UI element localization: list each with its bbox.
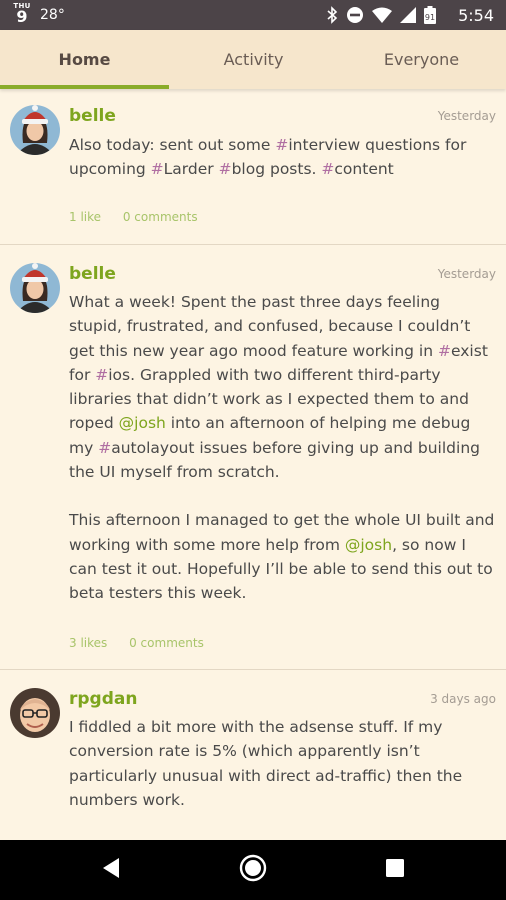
avatar[interactable] [10, 263, 60, 313]
system-nav-bar [0, 840, 506, 900]
timestamp: 3 days ago [430, 692, 496, 706]
back-icon [101, 857, 121, 883]
post-card[interactable]: rpgdan 3 days ago I fiddled a bit more w… [0, 670, 506, 840]
bluetooth-icon [326, 6, 338, 24]
post-paragraph: I fiddled a bit more with the adsense st… [69, 715, 497, 812]
post-meta: 1 like 0 comments [69, 210, 216, 224]
battery-icon: 91 [424, 6, 436, 24]
clock: 5:54 [458, 6, 494, 25]
hashtag-symbol[interactable]: # [275, 136, 288, 154]
timestamp: Yesterday [437, 267, 496, 281]
active-tab-indicator [0, 85, 169, 89]
battery-level: 91 [425, 13, 435, 22]
post-text: Larder [163, 160, 219, 179]
back-button[interactable] [96, 855, 126, 885]
username[interactable]: rpgdan [69, 689, 137, 709]
recents-button[interactable] [380, 855, 410, 885]
tab-bar: Home Activity Everyone [0, 30, 506, 89]
post-text: content [334, 160, 394, 179]
status-icons: 91 [326, 6, 436, 24]
feed[interactable]: belle Yesterday Also today: sent out som… [0, 89, 506, 840]
date-day: 9 [16, 7, 28, 26]
tab-activity[interactable]: Activity [169, 30, 338, 89]
avatar[interactable] [10, 688, 60, 738]
temperature: 28° [40, 7, 65, 23]
user-mention[interactable]: @josh [119, 414, 166, 432]
hashtag-symbol[interactable]: # [219, 160, 232, 178]
post-text: autolayout issues before giving up and b… [69, 438, 480, 482]
likes-count[interactable]: 3 likes [69, 636, 107, 650]
cell-signal-icon [400, 7, 416, 23]
post-paragraph: This afternoon I managed to get the whol… [69, 508, 497, 605]
date-widget: THU 9 [13, 3, 31, 25]
username[interactable]: belle [69, 264, 116, 284]
hashtag-symbol[interactable]: # [438, 342, 451, 360]
post-paragraph: What a week! Spent the past three days f… [69, 290, 497, 484]
home-icon [239, 854, 267, 886]
post-body: I fiddled a bit more with the adsense st… [69, 715, 497, 812]
hashtag-symbol[interactable]: # [321, 160, 334, 178]
hashtag-symbol[interactable]: # [151, 160, 164, 178]
hashtag-symbol[interactable]: # [95, 366, 108, 384]
post-text: What a week! Spent the past three days f… [69, 293, 471, 360]
timestamp: Yesterday [437, 109, 496, 123]
do-not-disturb-icon [346, 6, 364, 24]
post-text: blog posts. [231, 160, 322, 179]
comments-count[interactable]: 0 comments [123, 210, 198, 224]
tab-home[interactable]: Home [0, 30, 169, 89]
likes-count[interactable]: 1 like [69, 210, 101, 224]
recents-icon [385, 858, 405, 882]
home-button[interactable] [238, 854, 268, 886]
username[interactable]: belle [69, 106, 116, 126]
post-text: I fiddled a bit more with the adsense st… [69, 718, 463, 809]
comments-count[interactable]: 0 comments [129, 636, 204, 650]
post-meta: 3 likes 0 comments [69, 636, 222, 650]
hashtag-symbol[interactable]: # [98, 439, 111, 457]
post-body: What a week! Spent the past three days f… [69, 290, 497, 606]
wifi-icon [372, 7, 392, 23]
post-paragraph: Also today: sent out some #interview que… [69, 133, 497, 182]
avatar[interactable] [10, 105, 60, 155]
post-body: Also today: sent out some #interview que… [69, 133, 497, 182]
user-mention[interactable]: @josh [345, 536, 392, 554]
status-bar: THU 9 28° 91 5:54 [0, 0, 506, 30]
post-card[interactable]: belle Yesterday What a week! Spent the p… [0, 245, 506, 669]
tab-everyone[interactable]: Everyone [337, 30, 506, 89]
post-card[interactable]: belle Yesterday Also today: sent out som… [0, 89, 506, 244]
post-text: Also today: sent out some [69, 136, 276, 154]
